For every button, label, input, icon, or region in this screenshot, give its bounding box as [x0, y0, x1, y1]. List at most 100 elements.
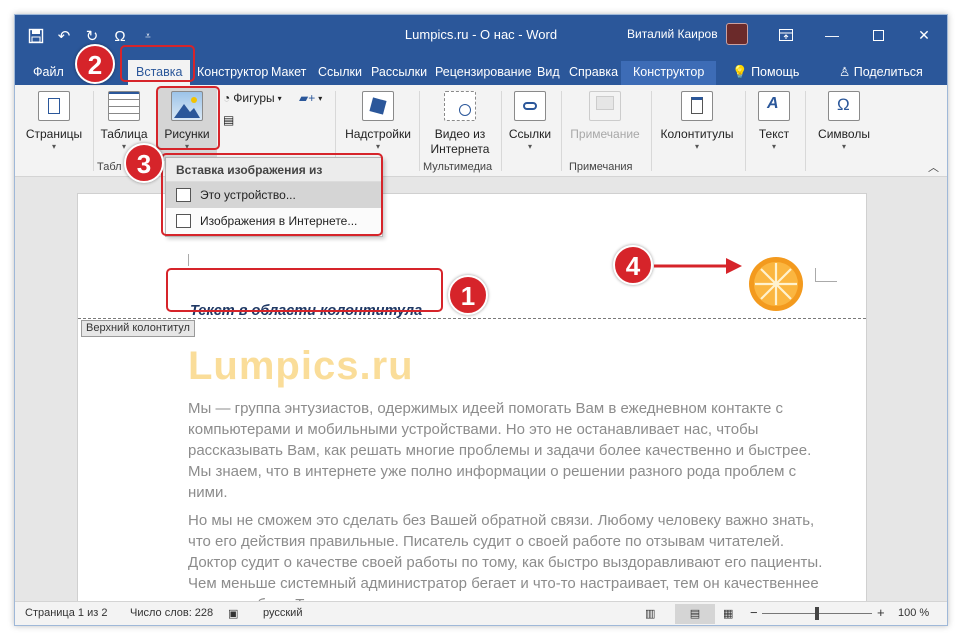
share-button[interactable]: ♙ Поделиться — [835, 61, 927, 83]
user-name[interactable]: Виталий Каиров — [627, 27, 718, 41]
symbols-label: Символы — [818, 127, 870, 141]
video-icon — [444, 91, 476, 121]
comment-button[interactable]: Примечание — [563, 91, 647, 142]
minimize-icon[interactable]: — — [809, 15, 855, 55]
smartart-button[interactable]: ▰+ ▾ — [299, 91, 322, 105]
status-bar: Страница 1 из 2 Число слов: 228 ▣ русски… — [15, 601, 947, 625]
tab-help[interactable]: Справка — [565, 61, 622, 83]
ribbon-separator — [805, 91, 806, 171]
comment-icon — [589, 91, 621, 121]
margin-corner-marker — [815, 268, 837, 282]
smartart-icon: ▰+ — [299, 91, 316, 105]
document-page[interactable]: Текст в области колонтитула Верхний коло… — [77, 193, 867, 603]
chevron-down-icon: ▾ — [771, 142, 776, 151]
language-indicator[interactable]: русский — [263, 607, 302, 619]
step-badge-3: 3 — [124, 143, 164, 183]
online-video-button[interactable]: Видео из Интернета — [423, 91, 497, 157]
body-paragraph: Мы — группа энтузиастов, одержимых идеей… — [188, 400, 812, 501]
highlight-dropdown — [161, 153, 383, 236]
ribbon-separator — [419, 91, 420, 171]
tab-context-design[interactable]: Конструктор — [621, 61, 717, 85]
ribbon-separator — [561, 91, 562, 171]
addins-button[interactable]: Надстройки ▾ — [341, 91, 415, 151]
step-badge-4: 4 — [613, 245, 653, 285]
tab-review[interactable]: Рецензирование — [431, 61, 536, 83]
highlight-pictures-button — [156, 86, 220, 150]
chevron-down-icon: ▾ — [527, 142, 532, 151]
tab-layout[interactable]: Макет — [267, 61, 310, 83]
pages-button[interactable]: Страницы ▾ — [21, 91, 87, 151]
close-icon[interactable]: ✕ — [901, 15, 947, 55]
web-layout-icon[interactable]: ▦ — [723, 607, 733, 620]
print-layout-icon[interactable]: ▤ — [675, 604, 715, 624]
group-media-label: Мультимедиа — [423, 161, 493, 173]
table-label: Таблица — [100, 127, 148, 141]
ribbon-separator — [501, 91, 502, 171]
online-video-label-2: Интернета — [430, 142, 490, 156]
ribbon-separator — [93, 91, 94, 171]
margin-corner-marker — [188, 254, 200, 266]
chevron-down-icon: ▾ — [694, 142, 699, 151]
tab-file[interactable]: Файл — [29, 61, 68, 83]
share-label: Поделиться — [853, 65, 923, 79]
chevron-down-icon: ▾ — [277, 93, 282, 103]
online-video-label-1: Видео из — [434, 127, 486, 141]
zoom-out-button[interactable]: − — [750, 605, 758, 620]
page-count[interactable]: Страница 1 из 2 — [25, 607, 107, 619]
tab-references[interactable]: Ссылки — [314, 61, 366, 83]
document-area: Текст в области колонтитула Верхний коло… — [15, 177, 947, 603]
links-button[interactable]: Ссылки ▾ — [505, 91, 555, 151]
header-footer-button[interactable]: Колонтитулы ▾ — [655, 91, 739, 151]
comment-label: Примечание — [570, 127, 640, 141]
step-badge-1: 1 — [448, 275, 488, 315]
text-button[interactable]: A Текст ▾ — [749, 91, 799, 151]
header-footer-label: Колонтитулы — [660, 127, 734, 141]
highlight-insert-tab — [120, 45, 195, 82]
collapse-ribbon-icon[interactable]: ︿ — [928, 159, 939, 175]
shapes-icon: ◔ — [223, 91, 231, 105]
body-paragraph: Но мы не сможем это сделать без Вашей об… — [188, 512, 823, 603]
orange-image[interactable] — [748, 256, 804, 312]
chevron-down-icon: ▾ — [375, 142, 380, 151]
symbols-button[interactable]: Ω Символы ▾ — [809, 91, 879, 151]
chart-icon: ▤ — [223, 113, 235, 127]
pages-label: Страницы — [25, 127, 83, 141]
text-box-icon: A — [758, 91, 790, 121]
zoom-slider-thumb[interactable] — [815, 607, 819, 620]
tab-view[interactable]: Вид — [533, 61, 564, 83]
person-icon: ♙ — [839, 65, 851, 79]
shapes-label: Фигуры — [233, 91, 275, 105]
proofing-icon[interactable]: ▣ — [228, 607, 238, 620]
omega-icon: Ω — [828, 91, 860, 121]
shapes-button[interactable]: ◔ Фигуры ▾ — [223, 91, 282, 105]
lightbulb-icon: 💡 — [732, 65, 748, 79]
tell-me-button[interactable]: 💡 Помощь — [728, 61, 803, 83]
zoom-in-button[interactable]: + — [877, 605, 885, 620]
header-divider — [78, 318, 866, 319]
ribbon-separator — [651, 91, 652, 171]
word-count[interactable]: Число слов: 228 — [130, 607, 213, 619]
links-label: Ссылки — [508, 127, 552, 141]
highlight-header-text — [166, 268, 443, 312]
table-button[interactable]: Таблица ▾ — [95, 91, 153, 151]
tab-mailings[interactable]: Рассылки — [367, 61, 431, 83]
ribbon-display-icon[interactable] — [763, 15, 809, 55]
page-icon — [38, 91, 70, 121]
page-title: Lumpics.ru — [188, 344, 414, 388]
chart-button[interactable]: ▤ — [223, 113, 234, 127]
chevron-down-icon: ▾ — [51, 142, 56, 151]
step-badge-2: 2 — [75, 44, 115, 84]
table-icon — [108, 91, 140, 121]
header-footer-icon — [681, 91, 713, 121]
maximize-icon[interactable] — [855, 15, 901, 55]
zoom-level[interactable]: 100 % — [898, 607, 929, 619]
avatar[interactable] — [726, 23, 748, 45]
read-mode-icon[interactable]: ▥ — [645, 607, 655, 620]
addins-label: Надстройки — [345, 127, 411, 141]
chevron-down-icon: ▾ — [318, 93, 323, 103]
tell-me-label: Помощь — [751, 65, 800, 79]
word-window: ↶ ↻ Ω ⩡ Lumpics.ru - О нас - Word Витали… — [14, 14, 948, 626]
link-icon — [514, 91, 546, 121]
tab-design[interactable]: Конструктор — [193, 61, 272, 83]
text-label: Текст — [758, 127, 790, 141]
